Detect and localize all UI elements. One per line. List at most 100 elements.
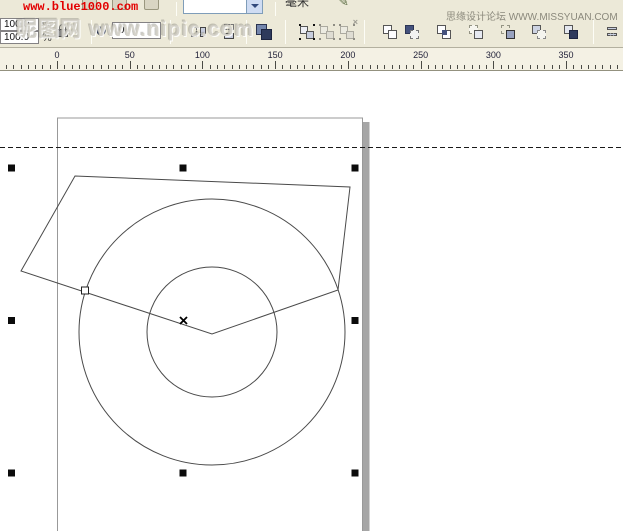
- ruler-tick: [6, 65, 7, 69]
- combobox-dropdown-button[interactable]: [246, 0, 262, 13]
- ruler-tick: [486, 65, 487, 69]
- drawing-canvas[interactable]: [0, 72, 623, 531]
- selection-handle[interactable]: [352, 165, 359, 172]
- back-minus-front-icon: [537, 30, 546, 39]
- combobox-value[interactable]: [184, 0, 246, 13]
- selection-handle[interactable]: [8, 470, 15, 477]
- zoom-level-combobox[interactable]: [183, 0, 263, 14]
- toolbar-divider: [275, 2, 276, 16]
- create-boundary-button[interactable]: [563, 24, 579, 40]
- ruler-tick: [515, 65, 516, 69]
- ruler-tick: [275, 61, 276, 69]
- ruler-label: 150: [268, 50, 283, 60]
- ruler-tick: [28, 65, 29, 69]
- selection-handle[interactable]: [180, 470, 187, 477]
- ruler-tick: [152, 65, 153, 69]
- ruler-tick: [253, 65, 254, 69]
- ruler-label: 0: [54, 50, 59, 60]
- ruler-tick: [348, 61, 349, 69]
- ruler-tick: [297, 65, 298, 69]
- selection-handle[interactable]: [8, 317, 15, 324]
- page-shadow: [363, 122, 370, 531]
- ruler-tick: [210, 65, 211, 69]
- ruler-tick: [159, 65, 160, 69]
- pen-edit-icon[interactable]: ✎: [338, 0, 349, 10]
- ruler-label: 100: [195, 50, 210, 60]
- selection-handle[interactable]: [8, 165, 15, 172]
- intersect-button[interactable]: [436, 24, 452, 40]
- ruler-tick: [479, 65, 480, 69]
- front-minus-back-button[interactable]: [500, 24, 516, 40]
- selection-handle[interactable]: [352, 317, 359, 324]
- align-distribute-icon: [607, 33, 617, 36]
- ruler-tick: [232, 65, 233, 69]
- group-icon: [306, 31, 314, 39]
- curve-node[interactable]: [82, 287, 89, 294]
- ruler-tick: [282, 65, 283, 69]
- group-button[interactable]: [299, 24, 315, 40]
- ruler-tick: [57, 61, 58, 69]
- ruler-tick: [602, 65, 603, 69]
- ruler-tick: [530, 65, 531, 69]
- combine-button[interactable]: [256, 24, 272, 40]
- weld-button[interactable]: [382, 24, 398, 40]
- ruler-tick: [13, 65, 14, 69]
- ruler-tick: [508, 65, 509, 69]
- ruler-tick: [239, 65, 240, 69]
- ruler-tick: [202, 61, 203, 69]
- group-icon: [299, 24, 301, 26]
- ruler-tick: [595, 65, 596, 69]
- ruler-tick: [72, 65, 73, 69]
- ruler-tick: [457, 65, 458, 69]
- ruler-tick: [544, 65, 545, 69]
- ruler-tick: [144, 65, 145, 69]
- ruler-tick: [64, 65, 65, 69]
- ruler-tick: [537, 65, 538, 69]
- ruler-tick: [472, 65, 473, 69]
- front-minus-back-icon: [506, 30, 515, 39]
- back-minus-front-button[interactable]: [531, 24, 547, 40]
- horizontal-ruler[interactable]: 050100150200250300350: [0, 48, 623, 71]
- ruler-tick: [413, 65, 414, 69]
- ruler-tick: [261, 65, 262, 69]
- ruler-tick: [333, 65, 334, 69]
- ruler-tick: [224, 65, 225, 69]
- align-distribute-icon: [607, 27, 617, 30]
- ruler-tick: [341, 65, 342, 69]
- simplify-icon: [474, 30, 483, 39]
- trim-icon: [410, 30, 419, 39]
- ruler-tick: [246, 65, 247, 69]
- ruler-tick: [130, 61, 131, 69]
- ruler-tick: [392, 65, 393, 69]
- ruler-tick: [493, 61, 494, 69]
- ruler-tick: [312, 65, 313, 69]
- weld-icon: [388, 30, 397, 39]
- align-distribute-button[interactable]: [605, 24, 621, 40]
- ruler-tick: [566, 61, 567, 69]
- import-icon[interactable]: [144, 0, 159, 10]
- selection-handle[interactable]: [352, 470, 359, 477]
- ungroup-all-button[interactable]: [339, 24, 355, 40]
- trim-button[interactable]: [404, 24, 420, 40]
- ruler-tick: [421, 61, 422, 69]
- ruler-tick: [108, 65, 109, 69]
- ungroup-icon: [319, 24, 321, 26]
- ruler-tick: [173, 65, 174, 69]
- selection-handle[interactable]: [180, 165, 187, 172]
- ruler-tick: [617, 65, 618, 69]
- ungroup-all-icon: [346, 31, 354, 39]
- ruler-tick: [122, 65, 123, 69]
- ruler-tick: [137, 65, 138, 69]
- ruler-tick: [406, 65, 407, 69]
- ruler-label: 250: [413, 50, 428, 60]
- ruler-tick: [559, 65, 560, 69]
- ungroup-button[interactable]: [319, 24, 335, 40]
- simplify-button[interactable]: [468, 24, 484, 40]
- ruler-tick: [42, 65, 43, 69]
- coreldraw-window: 毫米 ✎ 100.0 100.0 % % ↻ .0 05010015020025…: [0, 0, 623, 531]
- ruler-tick: [435, 65, 436, 69]
- ruler-tick: [195, 65, 196, 69]
- page: [58, 118, 363, 531]
- ruler-tick: [573, 65, 574, 69]
- ruler-tick: [442, 65, 443, 69]
